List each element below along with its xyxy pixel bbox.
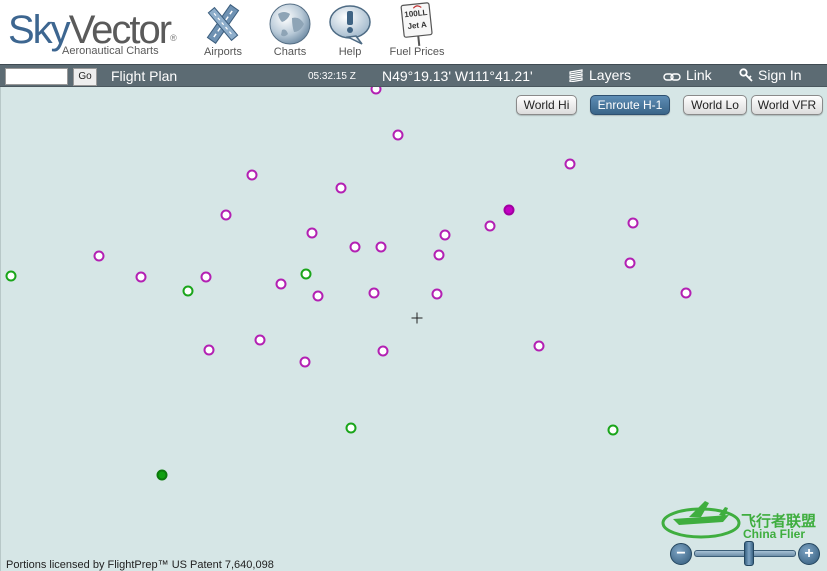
airport-marker[interactable] (93, 250, 105, 262)
header: SkyVector® Aeronautical Charts Airports (0, 0, 827, 64)
globe-icon (269, 3, 311, 45)
skyvector-app: SkyVector® Aeronautical Charts Airports (0, 0, 827, 571)
airport-marker-green[interactable] (345, 422, 357, 434)
airport-marker-green-filled[interactable] (156, 469, 168, 481)
airport-marker[interactable] (533, 340, 545, 352)
chart-button-enroute-h1[interactable]: Enroute H-1 (590, 95, 670, 115)
airport-marker[interactable] (392, 129, 404, 141)
china-flier-watermark: 飞行者联盟 China Flier (659, 495, 827, 543)
map-canvas[interactable]: World Hi Enroute H-1 World Lo World VFR (0, 87, 827, 571)
airport-marker[interactable] (377, 345, 389, 357)
airport-marker[interactable] (375, 241, 387, 253)
nav-fuel-prices-button[interactable]: 100LL Jet A Fuel Prices (389, 2, 445, 62)
zulu-clock: 05:32:15 Z (308, 71, 356, 82)
link-button[interactable]: Link (663, 67, 712, 83)
airport-marker[interactable] (680, 287, 692, 299)
airport-marker[interactable] (220, 209, 232, 221)
nav-help-label: Help (338, 46, 362, 58)
fuel-sign-icon: 100LL Jet A (400, 2, 433, 46)
zoom-slider-thumb[interactable] (744, 541, 754, 566)
airport-marker[interactable] (484, 220, 496, 232)
china-flier-logo-icon (661, 501, 741, 539)
airport-marker[interactable] (564, 158, 576, 170)
nav-airports-button[interactable]: Airports (195, 2, 251, 62)
logo-registered-mark: ® (170, 33, 176, 43)
airport-marker[interactable] (299, 356, 311, 368)
airport-marker[interactable] (368, 287, 380, 299)
airport-marker[interactable] (335, 182, 347, 194)
nav-charts-button[interactable]: Charts (262, 2, 318, 62)
map-center-crosshair (411, 312, 423, 324)
zoom-in-button[interactable]: + (798, 543, 820, 565)
layers-icon (569, 69, 583, 83)
toolbar: Go Flight Plan 05:32:15 Z N49°19.13' W11… (0, 64, 827, 87)
cursor-coordinates: N49°19.13' W111°41.21' (382, 68, 533, 84)
airport-marker[interactable] (627, 217, 639, 229)
search-input[interactable] (5, 68, 68, 85)
airport-marker[interactable] (275, 278, 287, 290)
nav-airports-label: Airports (204, 46, 242, 58)
sign-in-button[interactable]: Sign In (739, 67, 802, 83)
airport-marker-green[interactable] (182, 285, 194, 297)
airport-marker[interactable] (431, 288, 443, 300)
airport-marker[interactable] (200, 271, 212, 283)
airport-marker[interactable] (370, 87, 382, 95)
flight-plan-link[interactable]: Flight Plan (111, 68, 177, 84)
logo-sky-text: Sky (8, 8, 71, 52)
chain-link-icon (663, 73, 681, 81)
skyvector-logo[interactable]: SkyVector® Aeronautical Charts (8, 8, 188, 60)
airport-marker[interactable] (624, 257, 636, 269)
key-icon (739, 68, 753, 82)
airport-marker[interactable] (312, 290, 324, 302)
airport-runway-icon (206, 4, 240, 44)
chart-button-world-lo[interactable]: World Lo (683, 95, 747, 115)
logo-subtitle: Aeronautical Charts (62, 45, 159, 57)
watermark-english-text: China Flier (743, 527, 806, 541)
help-speech-bubble-icon (329, 5, 371, 45)
sign-in-label: Sign In (758, 67, 802, 83)
chart-button-world-hi[interactable]: World Hi (516, 95, 577, 115)
zoom-control: − + (667, 540, 823, 568)
nav-fuel-prices-label: Fuel Prices (389, 46, 445, 58)
airport-marker-green[interactable] (5, 270, 17, 282)
layers-label: Layers (589, 67, 632, 83)
layers-button[interactable]: Layers (568, 67, 631, 83)
nav-charts-label: Charts (273, 46, 307, 58)
airport-marker[interactable] (254, 334, 266, 346)
airport-marker[interactable] (439, 229, 451, 241)
airport-marker[interactable] (349, 241, 361, 253)
airport-marker[interactable] (246, 169, 258, 181)
airport-marker[interactable] (306, 227, 318, 239)
airport-marker-green[interactable] (607, 424, 619, 436)
nav-help-button[interactable]: Help (322, 2, 378, 62)
airport-marker-green[interactable] (300, 268, 312, 280)
airport-marker[interactable] (135, 271, 147, 283)
airport-marker[interactable] (203, 344, 215, 356)
link-label: Link (686, 67, 712, 83)
zoom-out-button[interactable]: − (670, 543, 692, 565)
license-notice: Portions licensed by FlightPrep™ US Pate… (6, 559, 274, 571)
chart-button-world-vfr[interactable]: World VFR (751, 95, 823, 115)
airport-marker-filled[interactable] (503, 204, 515, 216)
go-button[interactable]: Go (73, 68, 97, 86)
airport-marker[interactable] (433, 249, 445, 261)
